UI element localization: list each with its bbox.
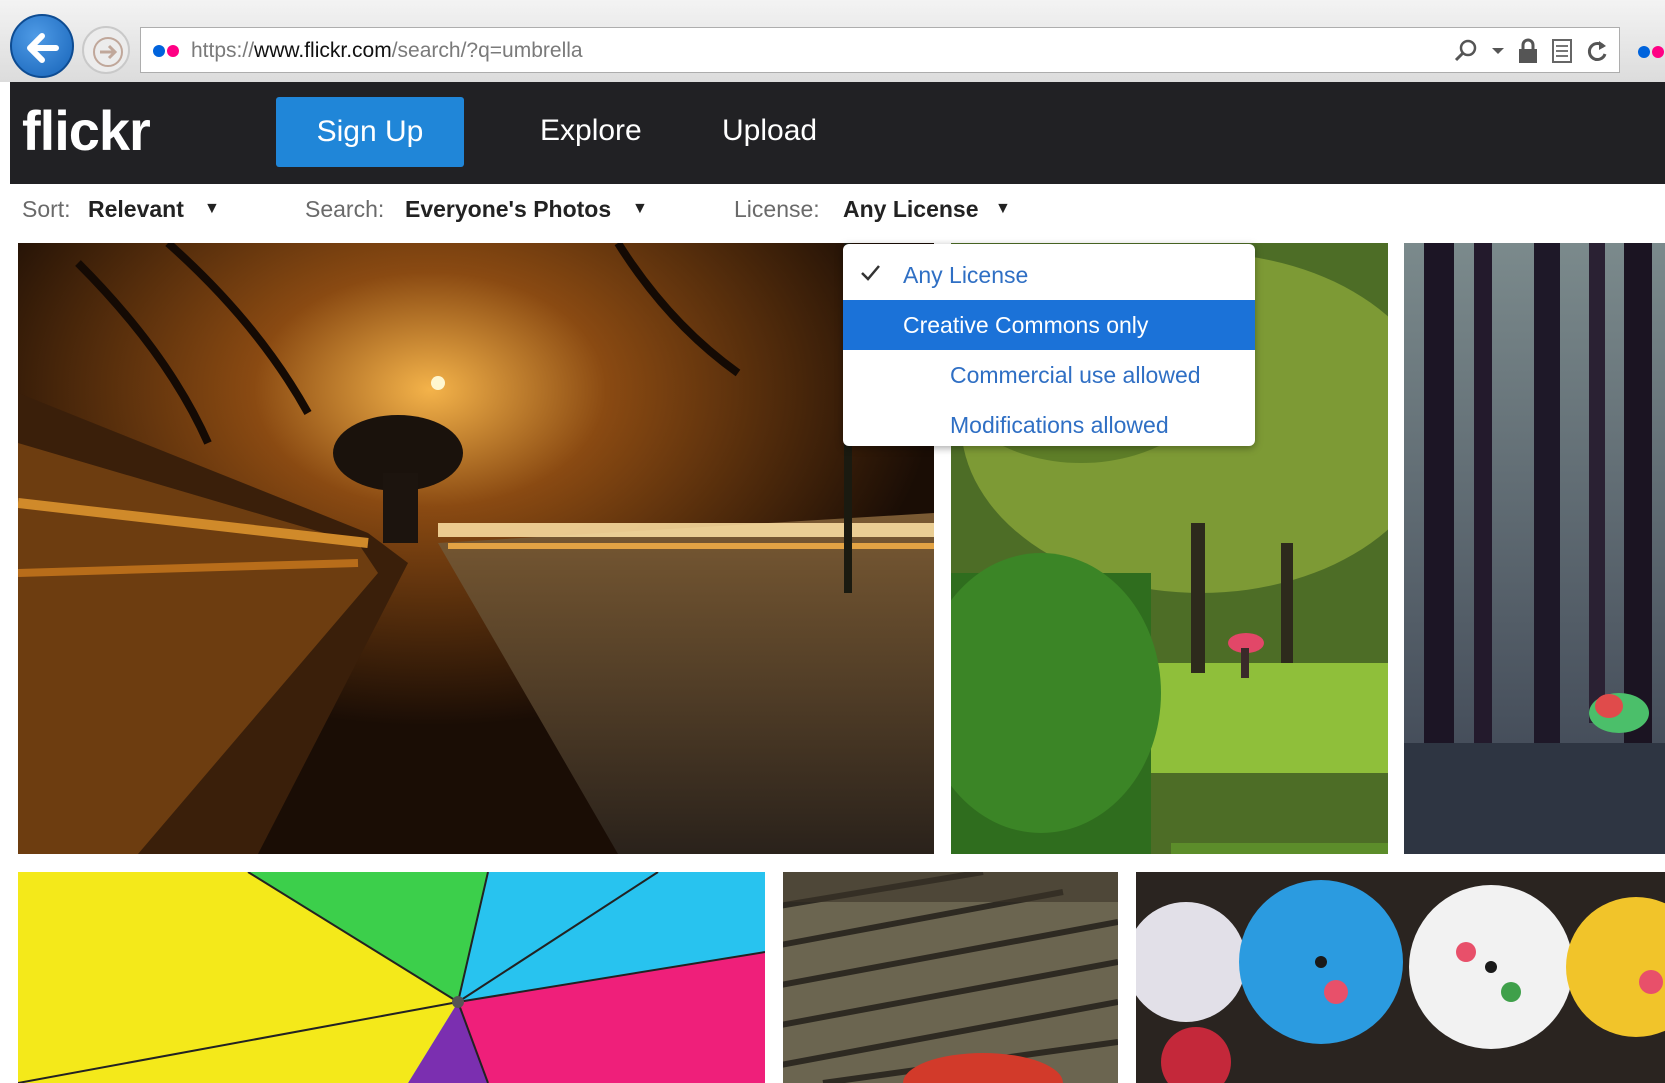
lock-icon[interactable]: [1517, 38, 1539, 64]
refresh-icon[interactable]: [1585, 38, 1609, 64]
photo-image: [18, 872, 765, 1083]
nav-upload[interactable]: Upload: [722, 114, 817, 148]
forward-button[interactable]: [82, 26, 130, 74]
search-scope-label: Search:: [305, 196, 385, 222]
address-bar[interactable]: https://www.flickr.com/search/?q=umbrell…: [140, 27, 1620, 73]
license-label: License:: [734, 196, 820, 222]
signup-button[interactable]: Sign Up: [276, 97, 464, 167]
photo-thumbnail[interactable]: [18, 243, 934, 854]
photo-image: [783, 872, 1118, 1083]
filter-bar: Sort: Relevant ▼ Search: Everyone's Phot…: [0, 184, 1665, 240]
browser-toolbar: https://www.flickr.com/search/?q=umbrell…: [0, 0, 1665, 82]
sort-dropdown[interactable]: Relevant: [88, 196, 184, 223]
url-text[interactable]: https://www.flickr.com/search/?q=umbrell…: [191, 39, 583, 63]
arrow-left-icon: [27, 33, 59, 63]
site-header: flickr Sign Up Explore Upload: [10, 82, 1665, 184]
caret-down-icon[interactable]: ▼: [995, 200, 1011, 218]
license-dropdown-menu: Any License Creative Commons only Commer…: [843, 244, 1255, 446]
photo-image: [1404, 243, 1665, 854]
chevron-down-icon[interactable]: [1491, 46, 1505, 56]
license-option-creative-commons[interactable]: Creative Commons only: [843, 300, 1255, 350]
caret-down-icon[interactable]: ▼: [632, 200, 648, 218]
search-scope-dropdown[interactable]: Everyone's Photos: [405, 196, 611, 223]
photo-image: [1136, 872, 1665, 1083]
arrow-right-icon: [93, 37, 123, 67]
license-option-commercial[interactable]: Commercial use allowed: [843, 350, 1255, 400]
checkmark-icon: [861, 265, 880, 281]
photo-thumbnail[interactable]: [1404, 243, 1665, 854]
sort-label: Sort:: [22, 196, 71, 222]
caret-down-icon[interactable]: ▼: [204, 200, 220, 218]
license-dropdown[interactable]: Any License: [843, 196, 979, 223]
back-button[interactable]: [10, 14, 74, 78]
nav-explore[interactable]: Explore: [540, 114, 642, 148]
photo-thumbnail[interactable]: [1136, 872, 1665, 1083]
compatibility-icon[interactable]: [1551, 38, 1573, 64]
photo-thumbnail[interactable]: [783, 872, 1118, 1083]
photo-image: [18, 243, 934, 854]
search-icon[interactable]: [1453, 38, 1479, 64]
photo-thumbnail[interactable]: [18, 872, 765, 1083]
license-option-modifications[interactable]: Modifications allowed: [843, 400, 1255, 450]
tab-favicon[interactable]: [1638, 46, 1665, 58]
license-option-any[interactable]: Any License: [843, 250, 1255, 300]
site-favicon: [153, 45, 183, 57]
flickr-logo[interactable]: flickr: [22, 98, 151, 163]
